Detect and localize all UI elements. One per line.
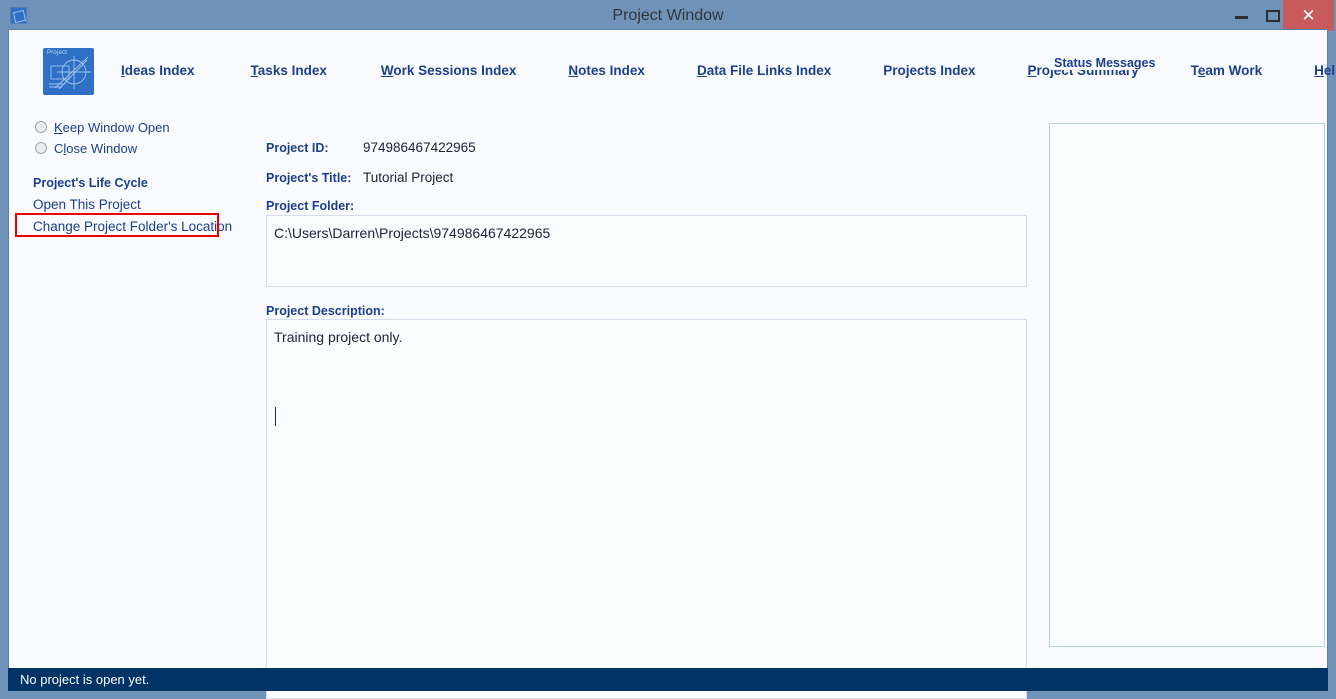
window-title: Project Window <box>612 7 724 24</box>
radio-keep-window-open[interactable]: Keep Window Open <box>35 118 170 136</box>
menu-accel-help: H <box>1314 62 1324 78</box>
menu-item-data-file-links-index[interactable]: Data File Links Index <box>695 59 833 82</box>
project-description-text: Training project only. <box>274 329 403 345</box>
menu-label-team-work: am Work <box>1205 62 1263 78</box>
menu-label-team-work-pre: T <box>1190 62 1198 78</box>
main-menu: Ideas Index Tasks Index Work Sessions In… <box>119 30 1336 110</box>
label-project-id: Project ID: <box>266 141 329 155</box>
menu-label-notes: otes Index <box>578 62 645 78</box>
label-project-folder: Project Folder: <box>266 199 355 213</box>
label-project-description: Project Description: <box>266 304 385 318</box>
menu-accel-data-file-links: D <box>696 62 707 78</box>
menu-label-projects: Projects Index <box>883 62 976 78</box>
value-project-title: Tutorial Project <box>363 170 454 185</box>
menu-label-help: elp <box>1323 62 1336 78</box>
status-bar: No project is open yet. <box>8 668 1328 691</box>
label-project-title: Project's Title: <box>266 171 352 185</box>
sidebar-link-change-project-folder-location[interactable]: Change Project Folder's Location <box>33 219 232 234</box>
maximize-icon <box>1266 10 1280 22</box>
radio-pre-close: C <box>54 140 64 156</box>
radio-label-keep-window-open: Keep Window Open <box>54 120 170 135</box>
menu-label-work-sessions: ork Sessions Index <box>393 62 517 78</box>
sidebar: Keep Window Open Close Window Project's … <box>9 110 257 669</box>
close-icon: ✕ <box>1301 6 1316 25</box>
menu-accel-tasks: T <box>250 62 258 78</box>
status-messages-box[interactable] <box>1049 123 1325 647</box>
title-bar: Project Window ✕ <box>0 0 1336 31</box>
sidebar-link-open-this-project[interactable]: Open This Project <box>33 197 141 212</box>
menu-label-data-file-links: ata File Links Index <box>706 62 832 78</box>
minimize-icon <box>1235 16 1248 19</box>
menu-label-ideas: deas Index <box>124 62 195 78</box>
menu-item-help[interactable]: Help <box>1312 59 1336 82</box>
text-caret <box>275 407 276 426</box>
menu-item-work-sessions-index[interactable]: Work Sessions Index <box>379 59 519 82</box>
menu-accel-notes: N <box>568 62 579 78</box>
project-folder-input[interactable]: C:\Users\Darren\Projects\974986467422965 <box>266 215 1027 287</box>
radio-accel-keep: K <box>54 119 63 135</box>
app-logo-icon: Project <box>43 48 94 95</box>
radio-text-keep: eep Window Open <box>62 119 170 135</box>
project-details-form: Project ID: 974986467422965 Project's Ti… <box>257 110 1039 699</box>
radio-icon-close-window <box>35 142 47 154</box>
menu-accel-project-summary: P <box>1027 62 1037 78</box>
menu-item-team-work[interactable]: Team Work <box>1189 59 1265 82</box>
radio-icon-keep-window-open <box>35 121 47 133</box>
menu-label-tasks: asks Index <box>257 62 327 78</box>
project-description-input[interactable]: Training project only. <box>266 319 1027 699</box>
radio-text-close: ose Window <box>66 140 138 156</box>
radio-close-window[interactable]: Close Window <box>35 139 137 157</box>
application-window: Project Window ✕ Project Ideas Index Tas… <box>0 0 1336 699</box>
navigation-bar: Project Ideas Index Tasks Index Work Ses… <box>9 30 1336 110</box>
status-messages-panel <box>1041 110 1327 669</box>
close-button[interactable]: ✕ <box>1283 0 1334 31</box>
radio-label-close-window: Close Window <box>54 141 137 156</box>
status-bar-text: No project is open yet. <box>20 672 150 687</box>
menu-item-tasks-index[interactable]: Tasks Index <box>249 59 329 82</box>
menu-item-notes-index[interactable]: Notes Index <box>566 59 647 82</box>
app-logo-artwork <box>49 56 91 90</box>
status-messages-legend: Status Messages <box>1049 56 1161 70</box>
menu-accel-work-sessions: W <box>380 62 394 78</box>
menu-item-ideas-index[interactable]: Ideas Index <box>119 59 197 82</box>
client-area: Project Ideas Index Tasks Index Work Ses… <box>8 29 1336 699</box>
menu-item-projects-index[interactable]: Projects Index <box>881 59 977 82</box>
lifecycle-section-heading: Project's Life Cycle <box>33 176 148 190</box>
value-project-id: 974986467422965 <box>363 140 476 155</box>
